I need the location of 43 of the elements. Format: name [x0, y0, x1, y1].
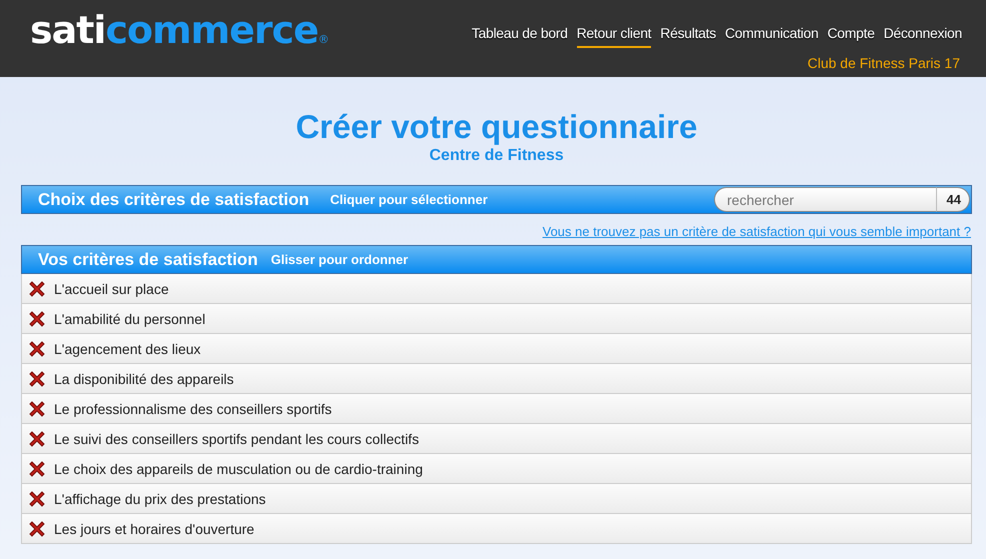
criterion-label: Le choix des appareils de musculation ou de cardio-training	[54, 460, 423, 476]
page-title: Créer votre questionnaire	[294, 109, 698, 145]
result-count: 44	[936, 187, 970, 212]
panel-title: Vos critères de satisfaction	[38, 250, 258, 270]
remove-icon[interactable]	[27, 458, 47, 478]
logo[interactable]: saticommerce®	[30, 0, 328, 77]
nav-link[interactable]: Retour client	[576, 25, 652, 48]
remove-icon[interactable]	[27, 428, 47, 448]
criterion-label: Le professionnalisme des conseillers sportifs	[54, 400, 332, 416]
criterion-row[interactable]: Le professionnalisme des conseillers sportifs	[22, 394, 971, 424]
nav-link[interactable]: Déconnexion	[884, 25, 962, 48]
panel-hint: Glisser pour ordonner	[270, 252, 408, 267]
criterion-row[interactable]: Le choix des appareils de musculation ou de cardio-training	[22, 454, 971, 484]
nav-link[interactable]: Résultats	[660, 25, 716, 48]
criterion-label: Les jours et horaires d'ouverture	[54, 520, 254, 536]
nav-link[interactable]: Communication	[724, 25, 818, 48]
criterion-row[interactable]: Le suivi des conseillers sportifs pendant les cours collectifs	[22, 424, 971, 454]
page-subtitle: Centre de Fitness	[428, 147, 565, 165]
criterion-row[interactable]: L'affichage du prix des prestations	[22, 484, 971, 514]
remove-icon[interactable]	[27, 518, 47, 538]
remove-icon[interactable]	[27, 398, 47, 418]
criterion-row[interactable]: Les jours et horaires d'ouverture	[22, 514, 971, 544]
nav-link[interactable]: Compte	[827, 25, 875, 48]
remove-icon[interactable]	[27, 308, 47, 328]
remove-icon[interactable]	[27, 368, 47, 388]
panel-title: Choix des critères de satisfaction	[38, 190, 310, 210]
account-name: Club de Fitness Paris 17	[807, 55, 960, 71]
criterion-label: L'accueil sur place	[54, 280, 169, 296]
criterion-row[interactable]: L'agencement des lieux	[22, 334, 971, 364]
criterion-label: L'affichage du prix des prestations	[54, 490, 266, 506]
criterion-label: Le suivi des conseillers sportifs pendant les cours collectifs	[54, 430, 419, 446]
search-field[interactable]: rechercher	[714, 187, 936, 212]
criterion-row[interactable]: L'accueil sur place	[22, 274, 971, 304]
criterion-label: L'amabilité du personnel	[54, 310, 206, 326]
remove-icon[interactable]	[27, 278, 47, 298]
criterion-label: La disponibilité des appareils	[54, 370, 234, 386]
criterion-row[interactable]: La disponibilité des appareils	[22, 364, 971, 394]
panel-hint: Cliquer pour sélectionner	[330, 192, 488, 207]
remove-icon[interactable]	[27, 488, 47, 508]
criterion-row[interactable]: L'amabilité du personnel	[22, 304, 971, 334]
nav-link[interactable]: Tableau de bord	[472, 25, 568, 48]
criterion-label: L'agencement des lieux	[54, 340, 201, 356]
remove-icon[interactable]	[27, 338, 47, 358]
